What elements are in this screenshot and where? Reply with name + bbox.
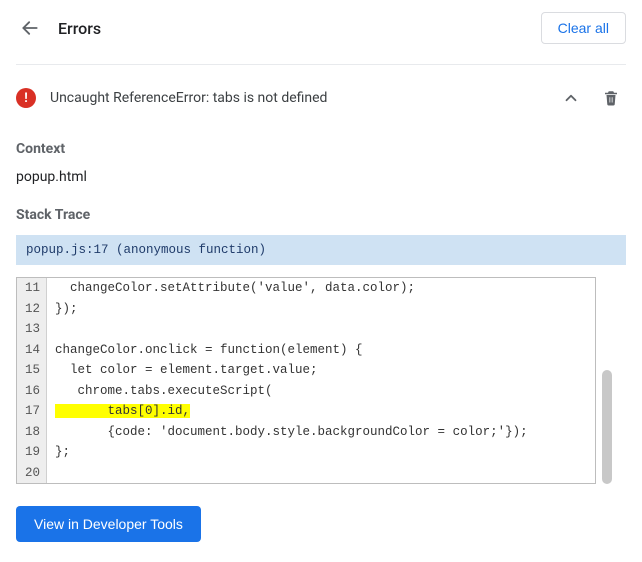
line-number: 12 [17,299,47,320]
code-line: 12}); [17,299,595,320]
clear-all-button[interactable]: Clear all [541,12,626,44]
line-number: 18 [17,422,47,443]
code-line: 13 [17,319,595,340]
line-number: 19 [17,442,47,463]
code-text-cell: let color = element.target.value; [47,360,595,381]
code-text: chrome.tabs.executeScript( [55,384,273,398]
context-value: popup.html [16,169,626,185]
code-line: 11 changeColor.setAttribute('value', dat… [17,278,595,299]
line-number: 13 [17,319,47,340]
divider [16,64,626,65]
code-text-cell: }; [47,442,595,463]
header: Errors Clear all [0,12,642,56]
context-label: Context [16,141,626,157]
code-line: 15 let color = element.target.value; [17,360,595,381]
back-arrow-icon[interactable] [16,14,44,42]
line-number: 16 [17,381,47,402]
scrollbar[interactable] [602,277,612,484]
code-line: 17 tabs[0].id, [17,401,595,422]
code-text-cell: changeColor.onclick = function(element) … [47,340,595,361]
code-text: }); [55,302,78,316]
error-row: ! Uncaught ReferenceError: tabs is not d… [16,77,626,119]
code-text: tabs[0].id, [55,404,190,418]
code-text-cell: tabs[0].id, [47,401,595,422]
code-text-cell [47,319,595,340]
line-number: 11 [17,278,47,299]
line-number: 14 [17,340,47,361]
page-title: Errors [58,19,541,38]
code-text: changeColor.onclick = function(element) … [55,343,363,357]
trash-icon[interactable] [596,83,626,113]
code-text: let color = element.target.value; [55,363,318,377]
code-snippet: 11 changeColor.setAttribute('value', dat… [16,277,596,484]
view-in-devtools-button[interactable]: View in Developer Tools [16,506,201,542]
code-text: }; [55,445,70,459]
code-text-cell [47,463,595,484]
code-text-cell: }); [47,299,595,320]
line-number: 15 [17,360,47,381]
error-message: Uncaught ReferenceError: tabs is not def… [50,90,556,106]
line-number: 17 [17,401,47,422]
stack-trace-label: Stack Trace [16,207,626,223]
code-line: 14 changeColor.onclick = function(element… [17,340,595,361]
code-text: changeColor.setAttribute('value', data.c… [55,281,415,295]
code-text-cell: {code: 'document.body.style.backgroundCo… [47,422,595,443]
code-line: 18 {code: 'document.body.style.backgroun… [17,422,595,443]
line-number: 20 [17,463,47,484]
code-line: 19}; [17,442,595,463]
code-text-cell: changeColor.setAttribute('value', data.c… [47,278,595,299]
code-text-cell: chrome.tabs.executeScript( [47,381,595,402]
code-line: 20 [17,463,595,484]
code-line: 16 chrome.tabs.executeScript( [17,381,595,402]
code-text: {code: 'document.body.style.backgroundCo… [55,425,528,439]
stack-frame[interactable]: popup.js:17 (anonymous function) [16,235,626,265]
chevron-up-icon[interactable] [556,83,586,113]
scrollbar-thumb[interactable] [602,370,612,484]
error-icon: ! [16,88,36,108]
